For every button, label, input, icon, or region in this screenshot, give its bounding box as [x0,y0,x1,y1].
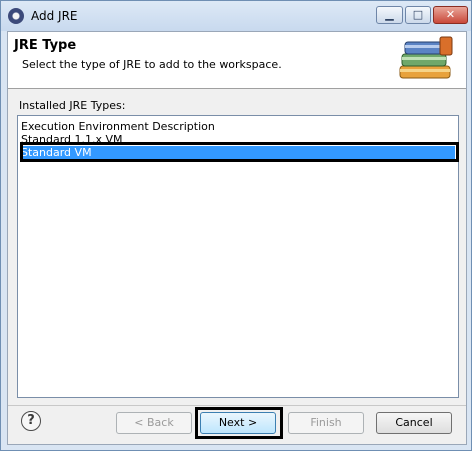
installed-jre-types-label: Installed JRE Types: [19,99,126,112]
finish-button[interactable]: Finish [288,412,364,434]
back-button[interactable]: < Back [116,412,192,434]
page-description: Select the type of JRE to add to the wor… [22,58,282,71]
close-button[interactable]: ✕ [433,6,468,24]
list-item[interactable]: Execution Environment Description [20,120,455,133]
minimize-button[interactable]: ▁ [376,6,403,24]
eclipse-app-icon [8,8,24,24]
cancel-button[interactable]: Cancel [376,412,452,434]
wizard-header: JRE Type Select the type of JRE to add t… [8,32,466,89]
next-button[interactable]: Next > [200,412,276,434]
list-item-selected[interactable]: Standard VM [20,146,455,159]
add-jre-dialog: Add JRE ▁ □ ✕ JRE Type Select the type o… [0,0,472,451]
jre-types-list[interactable]: Execution Environment Description Standa… [17,115,459,398]
footer-divider [8,405,466,406]
list-item[interactable]: Standard 1.1.x VM [20,133,455,146]
maximize-button[interactable]: □ [405,6,431,24]
title-bar[interactable]: Add JRE ▁ □ ✕ [1,1,471,31]
help-icon[interactable]: ? [21,411,41,431]
page-title: JRE Type [14,38,77,53]
books-icon [399,36,453,79]
dialog-content: JRE Type Select the type of JRE to add t… [7,31,467,445]
window-title: Add JRE [31,9,78,23]
